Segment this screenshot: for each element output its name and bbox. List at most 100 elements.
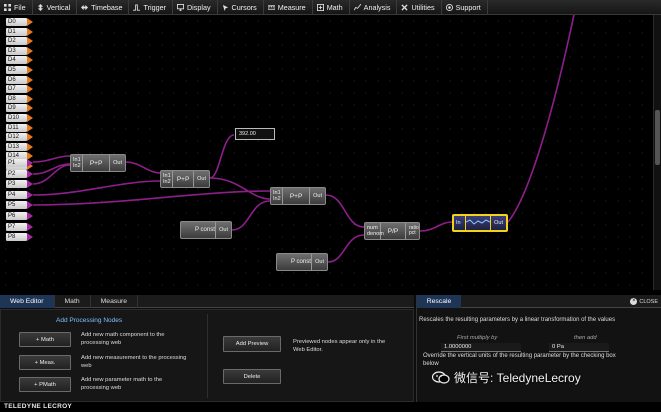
sum-node-3[interactable]: In1 In2 P+P Out [270, 187, 326, 205]
add-preview-button[interactable]: Add Preview [223, 336, 281, 352]
parameter-channel-p6[interactable]: P6 [6, 212, 33, 220]
parameter-channel-p8[interactable]: P8 [6, 233, 33, 242]
close-button[interactable]: × CLOSE [630, 298, 658, 305]
digital-channel-d12[interactable]: D12 [6, 133, 33, 142]
port-out[interactable]: Out [490, 216, 506, 230]
digital-channel-d1[interactable]: D1 [6, 27, 33, 36]
digital-channel-d7[interactable]: D7 [6, 85, 33, 94]
digital-channel-d4[interactable]: D4 [6, 56, 33, 65]
tab-measure[interactable]: Measure [91, 295, 139, 308]
support-icon [445, 3, 453, 11]
ratio-node[interactable]: num denom P/P ratio pct [364, 222, 420, 240]
port-out[interactable]: Out [311, 254, 327, 270]
override-units-description: Override the vertical units of the resul… [423, 353, 616, 367]
readout-value[interactable]: 392.00 [235, 128, 275, 140]
tab-math[interactable]: Math [55, 295, 91, 308]
delete-button[interactable]: Delete [223, 369, 281, 384]
menu-cursors[interactable]: Cursors [218, 0, 264, 15]
menu-math[interactable]: Math [313, 0, 350, 15]
wire-p3-sum1 [32, 164, 71, 185]
add-math-button[interactable]: + Math [19, 332, 71, 347]
parameter-channel-p3[interactable]: P3 [6, 180, 33, 189]
port-out[interactable]: Out [109, 155, 125, 171]
add-pmath-desc: Add new parameter math to the processing… [81, 377, 163, 391]
menu-vertical-label: Vertical [46, 2, 71, 12]
parameter-channel-p5[interactable]: P5 [6, 201, 33, 210]
vertical-arrows-icon [37, 3, 43, 11]
sum-node-1-inputs: In1 In2 [71, 155, 83, 171]
add-meas-button[interactable]: + Meas. [19, 355, 71, 370]
menu-math-label: Math [326, 2, 343, 12]
digital-channel-d11[interactable]: D11 [6, 123, 33, 132]
preview-desc: Previewed nodes appear only in the Web E… [293, 339, 386, 353]
digital-channel-d9[interactable]: D9 [6, 104, 33, 113]
menu-trigger-label: Trigger [143, 2, 166, 12]
parameter-channel-p1[interactable]: P1 [6, 159, 33, 167]
const-node-1-label: P const [195, 227, 215, 233]
monitor-icon [176, 3, 184, 11]
port-in2[interactable]: In2 [73, 163, 82, 170]
wire-sum1-sum2 [125, 161, 161, 174]
ratio-node-label: P/P [387, 227, 399, 235]
menu-file[interactable]: File [0, 0, 33, 15]
digital-channel-d0[interactable]: D0 [6, 18, 33, 26]
menu-timebase[interactable]: Timebase [77, 0, 130, 15]
menu-support[interactable]: Support [442, 0, 488, 15]
sum-node-1[interactable]: In1 In2 P+P Out [70, 154, 126, 172]
menu-analysis[interactable]: Analysis [350, 0, 398, 15]
port-in2[interactable]: In2 [163, 179, 172, 186]
digital-channel-d6[interactable]: D6 [6, 75, 33, 84]
port-out[interactable]: Out [215, 222, 231, 238]
wire-selected-out [507, 15, 575, 223]
add-meas-desc: Add new measurement to the processing we… [81, 355, 187, 369]
digital-channel-d2[interactable]: D2 [6, 37, 33, 46]
digital-channel-d13[interactable]: D13 [6, 142, 33, 151]
watermark-text: 微信号: TeledyneLecroy [454, 371, 581, 385]
menu-vertical[interactable]: Vertical [33, 0, 78, 15]
close-icon: × [630, 298, 638, 305]
wire-ratio-selected [419, 221, 453, 232]
wechat-icon [432, 371, 450, 384]
sum-node-3-label: P+P [289, 192, 303, 200]
add-offset-input[interactable]: 0 Pa [549, 343, 609, 352]
port-in[interactable]: In [454, 216, 466, 230]
const-node-2[interactable]: P const Out [276, 253, 328, 271]
digital-channel-d10[interactable]: D10 [6, 114, 33, 122]
menu-measure[interactable]: Measure [264, 0, 313, 15]
port-out[interactable]: Out [309, 188, 325, 204]
menu-trigger[interactable]: Trigger [129, 0, 173, 15]
port-denom[interactable]: denom [367, 231, 384, 238]
menu-analysis-label: Analysis [363, 2, 391, 12]
analysis-icon [353, 3, 361, 10]
port-ratio-out[interactable]: ratio pct [405, 223, 419, 239]
scrollbar-thumb[interactable] [655, 110, 660, 165]
editor-title: Add Processing Nodes [56, 317, 123, 324]
menu-timebase-label: Timebase [91, 2, 123, 12]
add-pmath-button[interactable]: + PMath [19, 377, 71, 392]
canvas-scrollbar[interactable] [653, 15, 661, 290]
processing-web-canvas[interactable]: D0D1D2D3D4D5D6D7D8D9D10D11D12D13D14D15P1… [0, 15, 653, 290]
tab-web-editor[interactable]: Web Editor [0, 295, 55, 308]
menu-support-label: Support [455, 2, 481, 12]
port-out[interactable]: Out [193, 171, 209, 187]
menu-display[interactable]: Display [173, 0, 218, 15]
port-in2[interactable]: In2 [273, 196, 282, 203]
close-label: CLOSE [639, 298, 658, 305]
cursor-icon [222, 4, 228, 11]
selected-rescale-node[interactable]: In Out [452, 214, 508, 232]
tab-rescale[interactable]: Rescale [417, 295, 461, 308]
wechat-watermark: 微信号: TeledyneLecroy [432, 369, 581, 386]
parameter-channel-p7[interactable]: P7 [6, 222, 33, 231]
menu-display-label: Display [186, 2, 211, 12]
digital-channel-d5[interactable]: D5 [6, 66, 33, 74]
math-icon [316, 3, 324, 11]
digital-channel-d3[interactable]: D3 [6, 46, 33, 55]
sum-node-2[interactable]: In1 In2 P+P Out [160, 170, 210, 188]
rescale-description: Rescales the resulting parameters by a l… [419, 317, 616, 323]
parameter-channel-p4[interactable]: P4 [6, 190, 33, 199]
menu-utilities[interactable]: Utilities [397, 0, 442, 15]
const-node-1[interactable]: P const Out [180, 221, 232, 239]
multiply-input[interactable]: 1.0000000 [441, 343, 521, 352]
digital-channel-d8[interactable]: D8 [6, 94, 33, 103]
parameter-channel-p2[interactable]: P2 [6, 169, 33, 178]
